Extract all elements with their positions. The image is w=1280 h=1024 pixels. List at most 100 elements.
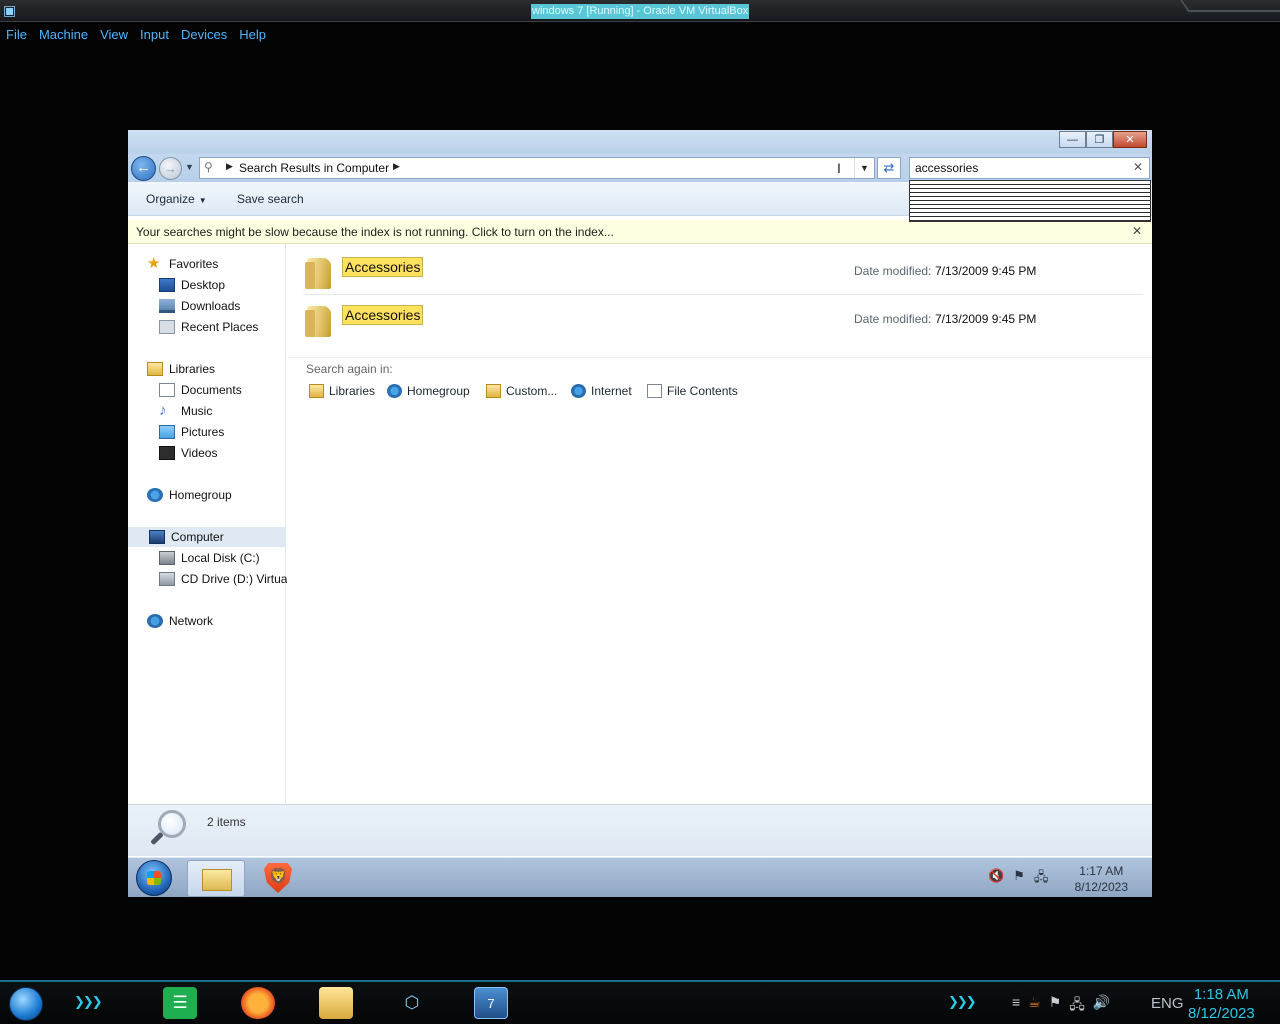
index-info-bar[interactable]: Your searches might be slow because the … (128, 220, 1152, 244)
menu-file[interactable]: File (0, 24, 33, 46)
vm-display: — ❐ ✕ ← → ▼ ⚲ ▶ Search Results in Comput… (128, 130, 1152, 897)
date-modified-label: Date modified: (854, 264, 932, 278)
host-taskbar: ❯❯❯ ☰ ⬡ 7 ❯❯❯ ≡ ☕ ⚑ 🖧 🔊 ENG 1:18 AM 8/12… (0, 980, 1280, 1024)
guest-date: 8/12/2023 (1074, 880, 1128, 894)
date-modified-label: Date modified: (854, 312, 932, 326)
desktop-icon (159, 278, 175, 292)
search-again-internet[interactable]: Internet (571, 384, 632, 398)
menu-input[interactable]: Input (134, 24, 175, 46)
menu-devices[interactable]: Devices (175, 24, 233, 46)
folder-icon (305, 258, 331, 289)
volume-muted-icon[interactable]: 🔇 (988, 868, 1004, 890)
result-name[interactable]: Accessories (342, 257, 424, 277)
clear-search-icon[interactable]: ✕ (1133, 160, 1143, 174)
notes-app-icon[interactable]: ☰ (163, 987, 197, 1019)
menu-machine[interactable]: Machine (33, 24, 94, 46)
guest-clock[interactable]: 1:17 AM 8/12/2023 (1075, 863, 1128, 895)
nav-videos[interactable]: Videos (159, 443, 217, 463)
file-contents-icon (647, 384, 662, 398)
host-clock[interactable]: 1:18 AM 8/12/2023 (1188, 985, 1255, 1023)
windows7-vm-icon[interactable]: 7 (474, 987, 508, 1019)
nav-music[interactable]: ♪ Music (159, 401, 212, 421)
nav-favorites[interactable]: ★ Favorites (147, 254, 218, 274)
pictures-icon (159, 425, 175, 439)
nav-network[interactable]: Network (147, 611, 213, 631)
nav-documents[interactable]: Documents (159, 380, 242, 400)
chevron-right-icon[interactable]: ▶ (393, 161, 400, 172)
java-icon[interactable]: ☕ (1028, 994, 1041, 1018)
result-item[interactable]: Accessories Date modified: 7/13/2009 9:4… (303, 248, 1143, 295)
virtualbox-icon: ▣ (3, 2, 17, 18)
search-again-custom[interactable]: Custom... (486, 384, 557, 398)
host-window-title: windows 7 [Running] - Oracle VM VirtualB… (531, 4, 750, 19)
organize-button[interactable]: Organize ▼ (146, 192, 207, 206)
result-name[interactable]: Accessories (342, 305, 424, 325)
nav-downloads[interactable]: Downloads (159, 296, 240, 316)
file-manager-icon[interactable] (319, 987, 353, 1019)
volume-icon[interactable]: 🔊 (1093, 994, 1110, 1018)
virtualbox-icon[interactable]: ⬡ (395, 987, 429, 1019)
nav-local-disk[interactable]: Local Disk (C:) (159, 548, 260, 568)
nav-libraries[interactable]: Libraries (147, 359, 215, 379)
taskbar-brave-browser[interactable] (264, 863, 292, 893)
minimize-button[interactable]: — (1059, 131, 1086, 148)
action-center-icon[interactable]: ⚑ (1013, 868, 1025, 890)
search-again-homegroup[interactable]: Homegroup (387, 384, 470, 398)
folder-icon (202, 869, 232, 891)
host-start-button[interactable] (9, 987, 43, 1021)
close-icon[interactable]: ✕ (1132, 224, 1142, 238)
internet-icon (571, 384, 586, 398)
screen: ▣ windows 7 [Running] - Oracle VM Virtua… (0, 0, 1280, 1024)
search-again-file-contents[interactable]: File Contents (647, 384, 738, 398)
search-again-libraries[interactable]: Libraries (309, 384, 375, 398)
guest-system-tray: 🔇 ⚑ 🖧 (988, 868, 1048, 890)
info-bar-message[interactable]: Your searches might be slow because the … (136, 225, 614, 239)
search-suggestions-dropdown[interactable] (909, 180, 1151, 222)
search-query[interactable]: accessories (915, 161, 978, 175)
cd-drive-icon (159, 572, 175, 586)
language-indicator[interactable]: ENG (1151, 995, 1184, 1012)
firefox-icon[interactable] (241, 987, 275, 1019)
network-status-icon[interactable]: 🖧 (1034, 868, 1049, 890)
save-search-button[interactable]: Save search (237, 192, 304, 206)
restore-button[interactable]: ❐ (1086, 131, 1113, 148)
host-title-bar: ▣ windows 7 [Running] - Oracle VM Virtua… (0, 0, 1280, 22)
recent-places-icon (159, 320, 175, 334)
nav-homegroup[interactable]: Homegroup (147, 485, 232, 505)
chevron-down-icon: ▼ (198, 196, 207, 205)
start-button[interactable] (136, 860, 172, 896)
downloads-icon (159, 299, 175, 313)
navigation-bar: ← → ▼ ⚲ ▶ Search Results in Computer ▶ I… (128, 154, 1152, 182)
flag-icon[interactable]: ⚑ (1049, 994, 1062, 1018)
close-button[interactable]: ✕ (1113, 131, 1147, 148)
forward-button[interactable]: → (159, 157, 182, 180)
titlebar-decoration (1180, 0, 1280, 12)
address-bar[interactable]: ⚲ ▶ Search Results in Computer ▶ I ▼ (199, 157, 875, 179)
nav-pictures[interactable]: Pictures (159, 422, 224, 442)
result-item[interactable]: Accessories Date modified: 7/13/2009 9:4… (303, 296, 1143, 343)
search-input[interactable]: accessories ✕ (909, 157, 1150, 179)
search-again-label: Search again in: (306, 362, 393, 376)
refresh-button[interactable]: ⇄ (877, 157, 901, 179)
address-breadcrumb[interactable]: Search Results in Computer (239, 161, 389, 175)
magnifier-icon (148, 810, 188, 852)
nav-desktop[interactable]: Desktop (159, 275, 225, 295)
star-icon: ★ (147, 255, 161, 272)
hard-disk-icon (159, 551, 175, 565)
nav-cd-drive[interactable]: CD Drive (D:) Virtual (159, 569, 290, 589)
address-dropdown[interactable]: ▼ (854, 158, 874, 178)
homegroup-icon (387, 384, 402, 398)
explorer-title-bar: — ❐ ✕ (128, 130, 1152, 154)
nav-computer[interactable]: Computer (128, 527, 286, 547)
menu-view[interactable]: View (94, 24, 134, 46)
taskbar-explorer[interactable] (187, 860, 245, 897)
network-icon[interactable]: 🖧 (1069, 994, 1085, 1018)
nav-recent-places[interactable]: Recent Places (159, 317, 258, 337)
menu-help[interactable]: Help (233, 24, 272, 46)
recent-pages-dropdown[interactable]: ▼ (185, 162, 194, 172)
item-count: 2 items (207, 815, 246, 829)
tray-expand-icon[interactable]: ≡ (1012, 994, 1020, 1018)
network-icon (147, 614, 163, 628)
chevron-right-icon[interactable]: ▶ (226, 161, 233, 172)
back-button[interactable]: ← (131, 156, 156, 181)
